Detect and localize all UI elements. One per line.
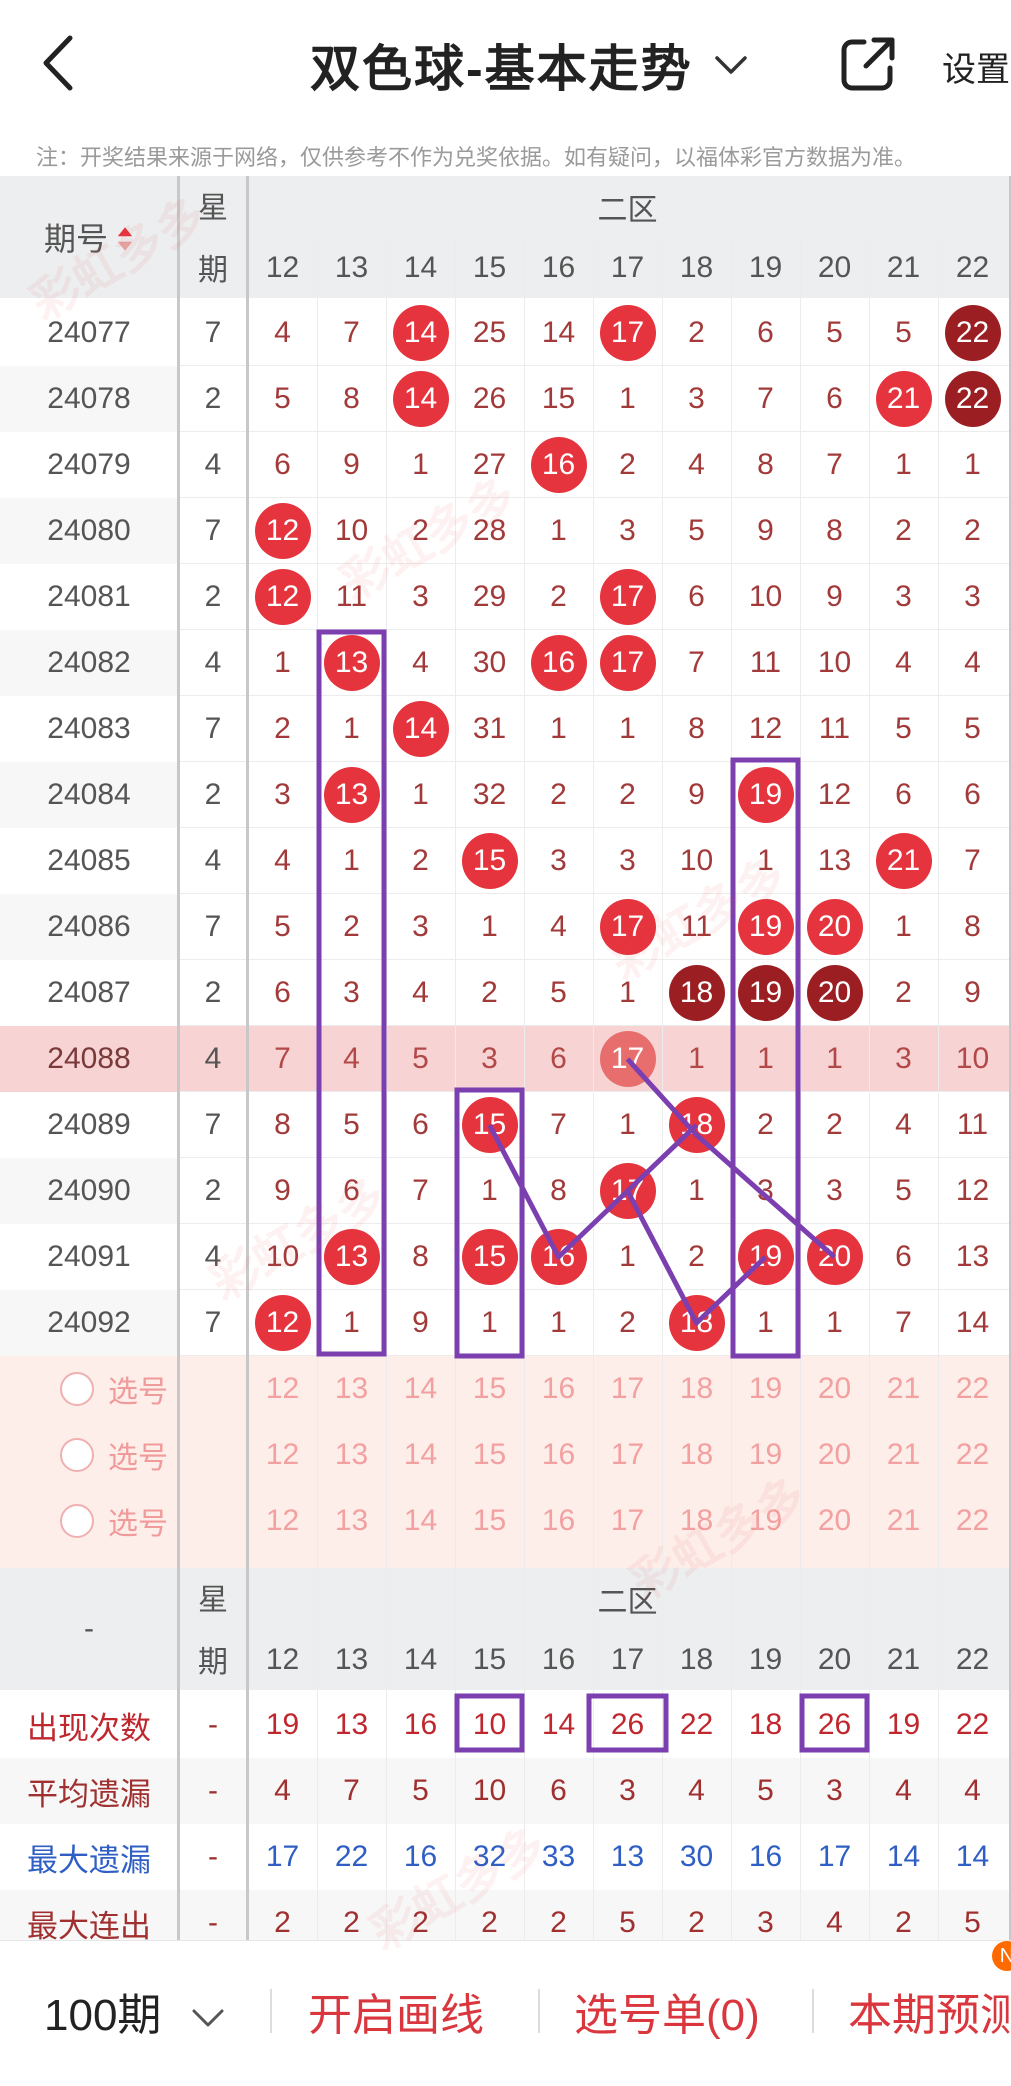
divider bbox=[270, 1989, 272, 2033]
title-dropdown[interactable]: 双色球-基本走势 bbox=[310, 30, 751, 100]
draw-line-button[interactable]: 开启画线 bbox=[308, 1979, 484, 2043]
bottom-toolbar: 100期 开启画线 选号单(0) 本期预测 N bbox=[0, 1940, 1011, 2086]
annotation-box bbox=[316, 629, 387, 1357]
annotation-box bbox=[586, 1693, 669, 1753]
selection-list-button[interactable]: 选号单(0) bbox=[574, 1979, 760, 2043]
page-title: 双色球-基本走势 bbox=[310, 41, 693, 97]
disclaimer-notice: 注：开奖结果来源于网络，仅供参考不作为兑奖依据。如有疑问，以福体彩官方数据为准。 bbox=[36, 145, 917, 170]
share-icon[interactable] bbox=[838, 34, 898, 94]
annotation-box bbox=[730, 757, 801, 1359]
annotation-box bbox=[454, 1693, 525, 1753]
divider bbox=[812, 1989, 814, 2033]
settings-button[interactable]: 设置 bbox=[942, 42, 1010, 91]
annotation-line bbox=[625, 1189, 768, 1326]
chevron-down-icon bbox=[192, 2009, 224, 2027]
period-label: 100期 bbox=[44, 1991, 162, 2040]
drawn-annotations bbox=[316, 629, 870, 1753]
chevron-down-icon bbox=[714, 56, 747, 74]
new-badge: N bbox=[992, 1941, 1011, 1971]
top-bar: 双色球-基本走势 设置 注：开奖结果来源于网络，仅供参考不作为兑奖依据。如有疑问… bbox=[0, 0, 1011, 170]
prediction-button[interactable]: 本期预测 bbox=[848, 1979, 1011, 2043]
period-select[interactable]: 100期 bbox=[44, 1979, 228, 2043]
annotation-box bbox=[799, 1693, 870, 1753]
divider bbox=[538, 1989, 540, 2033]
back-icon[interactable] bbox=[30, 28, 90, 98]
